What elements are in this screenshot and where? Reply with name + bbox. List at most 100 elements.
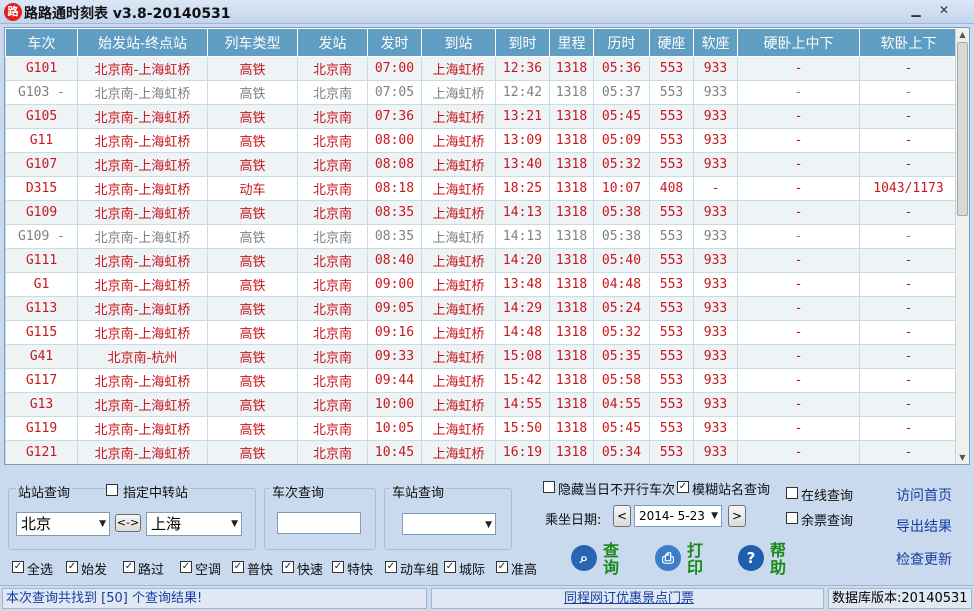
table-cell: G41 [5,344,78,369]
station-select[interactable]: ▼ [402,513,496,535]
table-cell: 05:35 [593,344,650,369]
fuzzy-station-checkbox[interactable]: ✓ [677,481,689,493]
table-cell: 北京南 [297,128,368,153]
table-row[interactable]: G13 北京南-上海虹桥 高铁 北京南 10:00 上海虹桥 14:55 1318 04:55 5… [5,392,958,417]
from-station-select[interactable]: 北京 ▼ [16,512,110,536]
table-cell: - [859,224,958,249]
table-cell: 05:37 [593,80,650,105]
table-row[interactable]: G117 北京南-上海虹桥 高铁 北京南 09:44 上海虹桥 15:42 1318 05:58… [5,368,958,393]
table-cell: 上海虹桥 [421,104,496,129]
table-row[interactable]: G1 北京南-上海虹桥 高铁 北京南 09:00 上海虹桥 13:48 1318 04:48 55… [5,272,958,297]
print-button[interactable]: 打印 [687,542,705,576]
type-filter-checkbox[interactable]: ✓ [232,561,244,573]
check-update-link[interactable]: 检查更新 [896,549,952,569]
table-row[interactable]: G109 北京南-上海虹桥 高铁 北京南 08:35 上海虹桥 14:13 1318 05:38… [5,200,958,225]
table-cell: 北京南-上海虹桥 [77,272,208,297]
table-cell: 上海虹桥 [421,176,496,201]
transfer-checkbox[interactable] [106,484,118,496]
column-header[interactable]: 历时 [593,28,650,57]
table-row[interactable]: G115 北京南-上海虹桥 高铁 北京南 09:16 上海虹桥 14:48 1318 05:32… [5,320,958,345]
table-row[interactable]: G101 北京南-上海虹桥 高铁 北京南 07:00 上海虹桥 12:36 1318 05:36… [5,56,958,81]
help-button[interactable]: 帮助 [770,542,788,576]
table-cell: 14:20 [495,248,550,273]
table-cell: 上海虹桥 [421,440,496,464]
type-filter-checkbox[interactable]: ✓ [282,561,294,573]
column-header[interactable]: 到站 [421,28,496,57]
to-station-select[interactable]: 上海 ▼ [146,512,242,536]
table-cell: 高铁 [207,368,298,393]
table-row[interactable]: G107 北京南-上海虹桥 高铁 北京南 08:08 上海虹桥 13:40 1318 05:32… [5,152,958,177]
column-header[interactable]: 发站 [297,28,368,57]
column-header[interactable]: 列车类型 [207,28,298,57]
table-row[interactable]: G119 北京南-上海虹桥 高铁 北京南 10:05 上海虹桥 15:50 1318 05:45… [5,416,958,441]
type-filter-checkbox[interactable]: ✓ [332,561,344,573]
print-icon[interactable]: ⎙ [655,545,681,571]
column-header[interactable]: 软座 [693,28,738,57]
query-button[interactable]: 查询 [603,542,621,576]
table-cell: 1318 [549,320,594,345]
type-filter-checkbox[interactable]: ✓ [444,561,456,573]
date-value: 2014- 5-23 [639,509,705,523]
search-icon[interactable]: ⌕ [571,545,597,571]
scrollbar-thumb[interactable] [957,42,968,216]
type-filter-checkbox[interactable]: ✓ [496,561,508,573]
table-row[interactable]: G105 北京南-上海虹桥 高铁 北京南 07:36 上海虹桥 13:21 1318 05:45… [5,104,958,129]
table-cell: 553 [649,368,694,393]
column-header[interactable]: 车次 [5,28,78,57]
table-row[interactable]: G41 北京南-杭州 高铁 北京南 09:33 上海虹桥 15:08 1318 05:35 553… [5,344,958,369]
table-cell: 北京南-上海虹桥 [77,440,208,464]
ad-link[interactable]: 同程网订优惠景点门票 [431,588,824,609]
column-header[interactable]: 软卧上下 [859,28,958,57]
table-row[interactable]: G11 北京南-上海虹桥 高铁 北京南 08:00 上海虹桥 13:09 1318 05:09 5… [5,128,958,153]
visit-home-link[interactable]: 访问首页 [896,485,952,505]
table-cell: 1318 [549,152,594,177]
type-filter-checkbox[interactable]: ✓ [66,561,78,573]
column-header[interactable]: 始发站-终点站 [77,28,208,57]
next-date-button[interactable]: > [728,505,746,527]
type-filter-checkbox[interactable]: ✓ [12,561,24,573]
table-cell: 08:35 [367,224,422,249]
table-row[interactable]: G111 北京南-上海虹桥 高铁 北京南 08:40 上海虹桥 14:20 1318 05:40… [5,248,958,273]
table-cell: 14:48 [495,320,550,345]
type-filter-checkbox[interactable]: ✓ [180,561,192,573]
swap-stations-button[interactable]: <-> [115,514,141,532]
column-header[interactable]: 里程 [549,28,594,57]
table-cell: 13:48 [495,272,550,297]
column-header[interactable]: 硬卧上中下 [737,28,860,57]
table-row[interactable]: G109 - 北京南-上海虹桥 高铁 北京南 08:35 上海虹桥 14:13 1318 05:… [5,224,958,249]
type-filter-checkbox[interactable]: ✓ [385,561,397,573]
type-filter-checkbox[interactable]: ✓ [123,561,135,573]
column-header[interactable]: 发时 [367,28,422,57]
column-header[interactable]: 到时 [495,28,550,57]
table-cell: 09:00 [367,272,422,297]
table-cell: - [737,344,860,369]
type-filter-label: 动车组 [400,563,440,578]
date-picker[interactable]: 2014- 5-23 ▼ [634,505,722,527]
help-icon[interactable]: ? [738,545,764,571]
prev-date-button[interactable]: < [613,505,631,527]
table-cell: - [859,56,958,81]
ticket-query-checkbox[interactable] [786,512,798,524]
hide-not-running-checkbox[interactable] [543,481,555,493]
table-cell: 高铁 [207,80,298,105]
vertical-scrollbar[interactable]: ▲ ▼ [955,28,969,464]
scroll-up-icon[interactable]: ▲ [956,28,969,41]
table-cell: - [737,296,860,321]
table-cell: 05:45 [593,104,650,129]
table-cell: 高铁 [207,200,298,225]
table-row[interactable]: G121 北京南-上海虹桥 高铁 北京南 10:45 上海虹桥 16:19 1318 05:34… [5,440,958,464]
minimize-button[interactable]: ▁ [904,2,928,20]
scroll-down-icon[interactable]: ▼ [956,451,969,464]
table-cell: 北京南 [297,224,368,249]
table-cell: 553 [649,416,694,441]
train-number-input[interactable] [277,512,361,534]
column-header[interactable]: 硬座 [649,28,694,57]
online-query-checkbox[interactable] [786,487,798,499]
export-results-link[interactable]: 导出结果 [896,516,952,536]
table-row[interactable]: G103 - 北京南-上海虹桥 高铁 北京南 07:05 上海虹桥 12:42 1318 05:… [5,80,958,105]
table-row[interactable]: G113 北京南-上海虹桥 高铁 北京南 09:05 上海虹桥 14:29 1318 05:24… [5,296,958,321]
table-cell: 北京南-上海虹桥 [77,176,208,201]
close-button[interactable]: ✕ [932,2,956,20]
table-cell: - [859,80,958,105]
table-row[interactable]: D315 北京南-上海虹桥 动车 北京南 08:18 上海虹桥 18:25 1318 10:07… [5,176,958,201]
